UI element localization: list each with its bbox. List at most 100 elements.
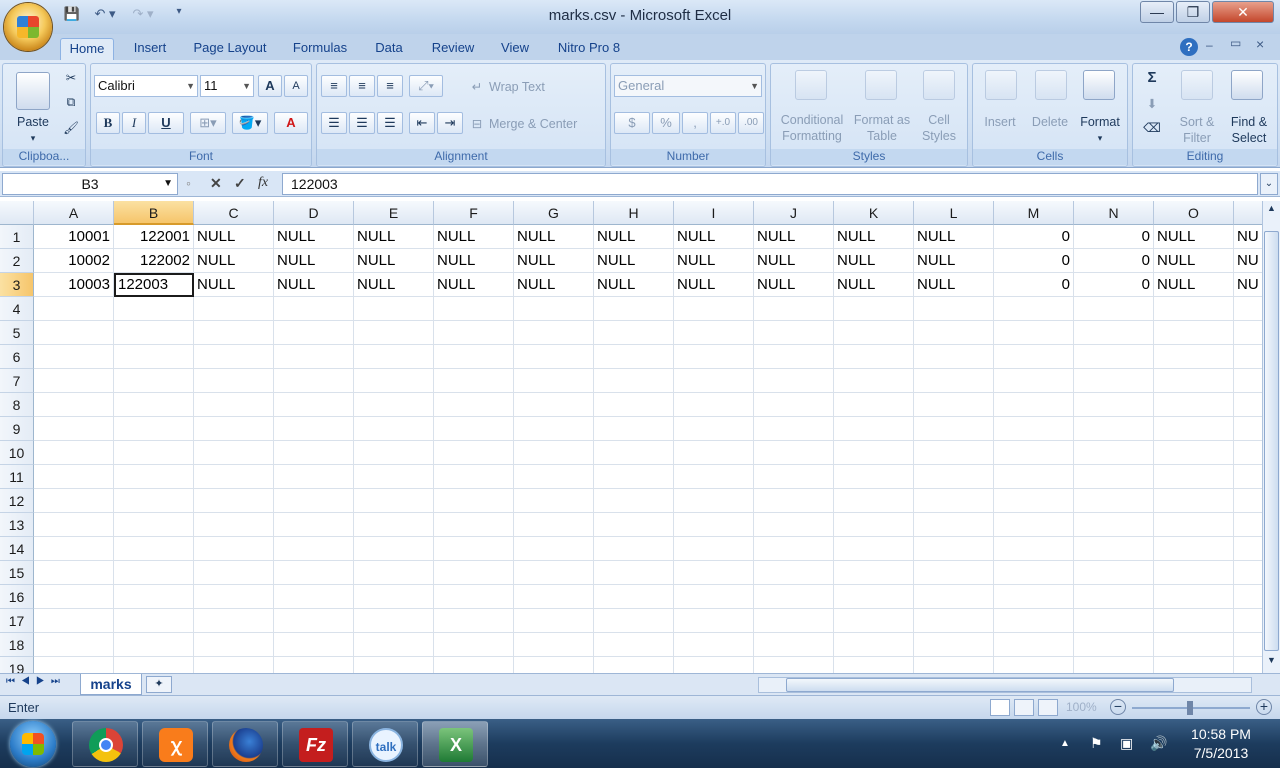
cell-b19[interactable] <box>114 657 194 673</box>
ribbon-close-icon[interactable]: × <box>1256 36 1272 52</box>
cell-d16[interactable] <box>274 585 354 609</box>
cell-o11[interactable] <box>1154 465 1234 489</box>
cell-m15[interactable] <box>994 561 1074 585</box>
cell-n2[interactable]: 0 <box>1074 249 1154 273</box>
cell-f6[interactable] <box>434 345 514 369</box>
cell-g4[interactable] <box>514 297 594 321</box>
cell-n19[interactable] <box>1074 657 1154 673</box>
cell-f10[interactable] <box>434 441 514 465</box>
cell-h12[interactable] <box>594 489 674 513</box>
cell-c3[interactable]: NULL <box>194 273 274 297</box>
cell-l11[interactable] <box>914 465 994 489</box>
cell-e18[interactable] <box>354 633 434 657</box>
minimize-button[interactable]: — <box>1140 1 1174 23</box>
cell-l14[interactable] <box>914 537 994 561</box>
cancel-entry-icon[interactable]: ✕ <box>210 173 222 193</box>
cell-n4[interactable] <box>1074 297 1154 321</box>
cell-m8[interactable] <box>994 393 1074 417</box>
column-header-b[interactable]: B <box>114 201 194 225</box>
cell-a4[interactable] <box>34 297 114 321</box>
cell-a10[interactable] <box>34 441 114 465</box>
network-icon[interactable]: ▣ <box>1120 735 1133 752</box>
column-header-i[interactable]: I <box>674 201 754 225</box>
cell-d19[interactable] <box>274 657 354 673</box>
cell-f12[interactable] <box>434 489 514 513</box>
cell-p12[interactable] <box>1234 489 1262 513</box>
cell-a11[interactable] <box>34 465 114 489</box>
cell-k15[interactable] <box>834 561 914 585</box>
cell-b18[interactable] <box>114 633 194 657</box>
cell-p16[interactable] <box>1234 585 1262 609</box>
zoom-in-icon[interactable]: + <box>1256 699 1272 715</box>
cell-i11[interactable] <box>674 465 754 489</box>
cell-a16[interactable] <box>34 585 114 609</box>
cell-d10[interactable] <box>274 441 354 465</box>
cell-l12[interactable] <box>914 489 994 513</box>
cell-h16[interactable] <box>594 585 674 609</box>
tray-expand-icon[interactable]: ▲ <box>1060 738 1070 749</box>
cell-c11[interactable] <box>194 465 274 489</box>
taskbar-google-talk[interactable]: talk <box>352 721 418 767</box>
help-icon[interactable]: ? <box>1180 38 1198 56</box>
cell-h15[interactable] <box>594 561 674 585</box>
increase-indent-icon[interactable]: ⇥ <box>437 112 463 134</box>
cell-l3[interactable]: NULL <box>914 273 994 297</box>
cell-h5[interactable] <box>594 321 674 345</box>
cell-o8[interactable] <box>1154 393 1234 417</box>
cell-c9[interactable] <box>194 417 274 441</box>
cell-i17[interactable] <box>674 609 754 633</box>
cell-n18[interactable] <box>1074 633 1154 657</box>
cell-k9[interactable] <box>834 417 914 441</box>
cell-p4[interactable] <box>1234 297 1262 321</box>
cell-i9[interactable] <box>674 417 754 441</box>
currency-button[interactable]: $ <box>614 112 650 134</box>
cell-d2[interactable]: NULL <box>274 249 354 273</box>
worksheet-grid[interactable]: ABCDEFGHIJKLMNOP110001122001NULLNULLNULL… <box>0 201 1262 673</box>
cell-f3[interactable]: NULL <box>434 273 514 297</box>
cell-g3[interactable]: NULL <box>514 273 594 297</box>
select-all-corner[interactable] <box>0 201 34 225</box>
cell-p17[interactable] <box>1234 609 1262 633</box>
formula-expand-icon[interactable]: ⌄ <box>1260 173 1278 195</box>
copy-icon[interactable]: ⧉ <box>63 94 79 110</box>
scroll-down-icon[interactable]: ▼ <box>1264 655 1279 669</box>
cell-n12[interactable] <box>1074 489 1154 513</box>
cell-o9[interactable] <box>1154 417 1234 441</box>
cell-b7[interactable] <box>114 369 194 393</box>
close-button[interactable]: ✕ <box>1212 1 1274 23</box>
vertical-scroll-thumb[interactable] <box>1264 231 1279 651</box>
row-header-8[interactable]: 8 <box>0 393 34 417</box>
cell-e15[interactable] <box>354 561 434 585</box>
cell-c12[interactable] <box>194 489 274 513</box>
cell-k16[interactable] <box>834 585 914 609</box>
cell-n1[interactable]: 0 <box>1074 225 1154 249</box>
cell-h14[interactable] <box>594 537 674 561</box>
cell-i15[interactable] <box>674 561 754 585</box>
cell-g13[interactable] <box>514 513 594 537</box>
cell-a5[interactable] <box>34 321 114 345</box>
cell-d5[interactable] <box>274 321 354 345</box>
cell-g1[interactable]: NULL <box>514 225 594 249</box>
row-header-11[interactable]: 11 <box>0 465 34 489</box>
cell-a18[interactable] <box>34 633 114 657</box>
font-size-combo[interactable]: 11 ▼ <box>200 75 254 97</box>
row-header-5[interactable]: 5 <box>0 321 34 345</box>
cell-c19[interactable] <box>194 657 274 673</box>
cell-k18[interactable] <box>834 633 914 657</box>
cell-k2[interactable]: NULL <box>834 249 914 273</box>
normal-view-icon[interactable] <box>990 699 1010 716</box>
cell-p11[interactable] <box>1234 465 1262 489</box>
cell-k17[interactable] <box>834 609 914 633</box>
cell-e17[interactable] <box>354 609 434 633</box>
cell-b5[interactable] <box>114 321 194 345</box>
volume-icon[interactable]: 🔊 <box>1150 735 1167 752</box>
cell-f11[interactable] <box>434 465 514 489</box>
cell-g14[interactable] <box>514 537 594 561</box>
tab-page-layout[interactable]: Page Layout <box>186 38 274 60</box>
cell-j11[interactable] <box>754 465 834 489</box>
cell-g2[interactable]: NULL <box>514 249 594 273</box>
cell-i18[interactable] <box>674 633 754 657</box>
taskbar-excel[interactable]: X <box>422 721 488 767</box>
taskbar-firefox[interactable] <box>212 721 278 767</box>
cell-n11[interactable] <box>1074 465 1154 489</box>
